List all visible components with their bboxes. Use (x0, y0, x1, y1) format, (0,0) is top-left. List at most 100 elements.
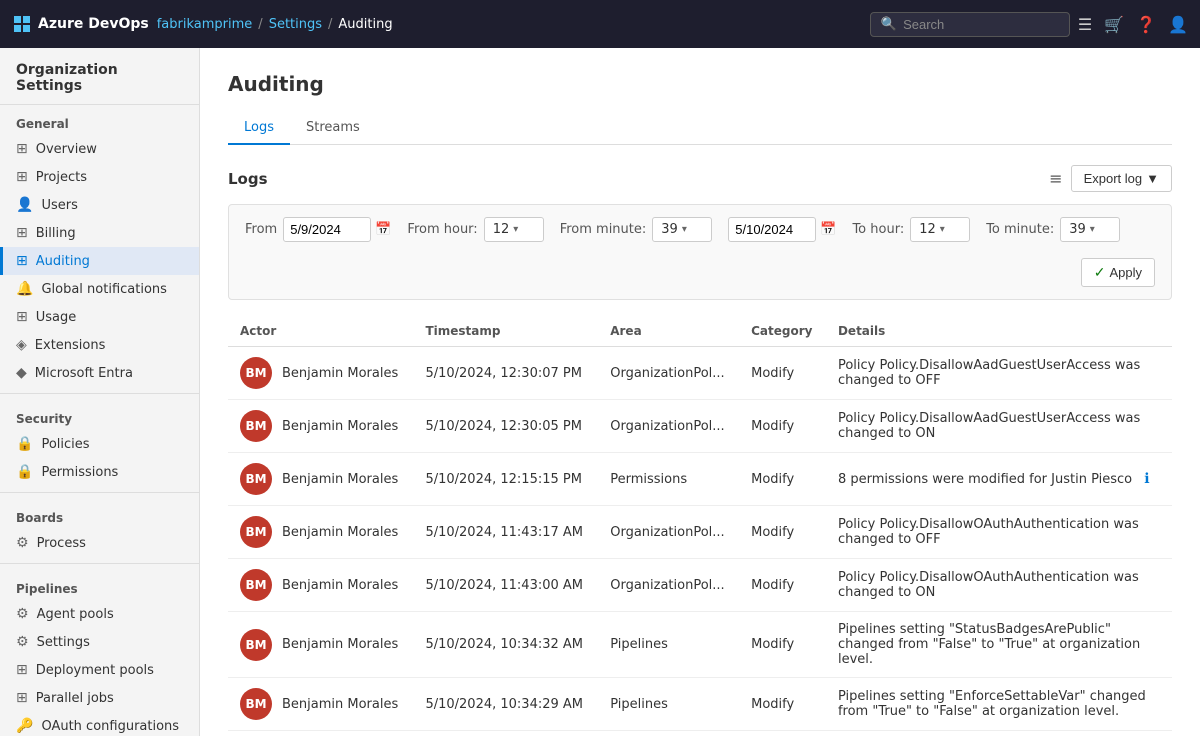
filter-to-minute-value: 39 (1069, 222, 1086, 237)
sidebar-item-extensions[interactable]: ◈ Extensions (0, 331, 199, 359)
filter-to-date-input[interactable] (728, 217, 816, 242)
area-cell-1: OrganizationPol... (598, 400, 739, 453)
to-calendar-icon[interactable]: 📅 (820, 222, 836, 237)
filter-from-hour-group: From hour: 12 ▾ (407, 217, 543, 242)
sidebar-item-users-label: Users (41, 198, 77, 213)
sidebar-item-overview[interactable]: ⊞ Overview (0, 135, 199, 163)
details-cell-3: Policy Policy.DisallowOAuthAuthenticatio… (826, 506, 1172, 559)
content-area: Auditing Logs Streams Logs ≡ Export log … (200, 48, 1200, 736)
sidebar-item-settings[interactable]: ⚙ Settings (0, 628, 199, 656)
filter-from-hour-value: 12 (493, 222, 510, 237)
sidebar-item-agent-pools-label: Agent pools (37, 607, 114, 622)
sidebar-item-usage-label: Usage (36, 310, 77, 325)
table-row: BM Benjamin Morales 5/10/2024, 10:34:32 … (228, 612, 1172, 678)
timestamp-cell-1: 5/10/2024, 12:30:05 PM (413, 400, 598, 453)
permissions-icon: 🔒 (16, 464, 33, 480)
microsoft-entra-icon: ◆ (16, 365, 27, 381)
divider-security (0, 393, 199, 394)
category-cell-3: Modify (739, 506, 826, 559)
sidebar-item-deployment-pools[interactable]: ⊞ Deployment pools (0, 656, 199, 684)
actor-name-2: Benjamin Morales (282, 472, 398, 487)
details-cell-6: Pipelines setting "EnforceSettableVar" c… (826, 678, 1172, 731)
sidebar-title: Organization Settings (0, 48, 199, 105)
filter-to-minute-dropdown[interactable]: 39 ▾ (1060, 217, 1120, 242)
search-input[interactable] (903, 17, 1059, 32)
filter-from-minute-label: From minute: (560, 222, 647, 237)
apply-check-icon: ✓ (1094, 264, 1106, 281)
actor-cell-6: BM Benjamin Morales (228, 678, 413, 731)
filter-bar: From 📅 From hour: 12 ▾ From minute: (228, 204, 1172, 300)
tab-logs[interactable]: Logs (228, 112, 290, 145)
global-notifications-icon: 🔔 (16, 281, 33, 297)
sidebar-item-auditing[interactable]: ⊞ Auditing (0, 247, 199, 275)
from-hour-chevron-icon: ▾ (513, 224, 518, 235)
details-cell-5: Pipelines setting "StatusBadgesArePublic… (826, 612, 1172, 678)
sidebar-section-pipelines: Pipelines (0, 570, 199, 600)
from-minute-chevron-icon: ▾ (682, 224, 687, 235)
tab-streams[interactable]: Streams (290, 112, 376, 145)
basket-icon[interactable]: 🛒 (1104, 15, 1124, 34)
table-row: BM Benjamin Morales 5/10/2024, 10:34:29 … (228, 678, 1172, 731)
auditing-icon: ⊞ (16, 253, 28, 269)
table-row: BM Benjamin Morales 5/10/2024, 11:43:17 … (228, 506, 1172, 559)
col-details: Details (826, 316, 1172, 347)
help-icon[interactable]: ❓ (1136, 15, 1156, 34)
sidebar-item-process[interactable]: ⚙ Process (0, 529, 199, 557)
actor-name-0: Benjamin Morales (282, 366, 398, 381)
actor-cell-3: BM Benjamin Morales (228, 506, 413, 559)
breadcrumb-settings[interactable]: Settings (269, 17, 322, 32)
actor-avatar-0: BM (240, 357, 272, 389)
sidebar-item-permissions[interactable]: 🔒 Permissions (0, 458, 199, 486)
details-cell-0: Policy Policy.DisallowAadGuestUserAccess… (826, 347, 1172, 400)
category-cell-0: Modify (739, 347, 826, 400)
notifications-icon[interactable]: ☰ (1078, 15, 1092, 34)
breadcrumb-sep1: / (258, 17, 262, 32)
sidebar-section-general: General (0, 105, 199, 135)
apply-button[interactable]: ✓ Apply (1081, 258, 1155, 287)
app-name: Azure DevOps (38, 16, 149, 32)
sidebar-item-users[interactable]: 👤 Users (0, 191, 199, 219)
sidebar-item-permissions-label: Permissions (41, 465, 118, 480)
oauth-configurations-icon: 🔑 (16, 718, 33, 734)
area-cell-0: OrganizationPol... (598, 347, 739, 400)
filter-from-hour-dropdown[interactable]: 12 ▾ (484, 217, 544, 242)
sidebar-item-usage[interactable]: ⊞ Usage (0, 303, 199, 331)
area-cell-5: Pipelines (598, 612, 739, 678)
search-icon: 🔍 (881, 17, 897, 32)
area-cell-7: Pipelines (598, 731, 739, 736)
info-icon-2[interactable]: ℹ (1144, 471, 1149, 487)
to-hour-chevron-icon: ▾ (940, 224, 945, 235)
filter-from-minute-group: From minute: 39 ▾ (560, 217, 713, 242)
actor-avatar-3: BM (240, 516, 272, 548)
timestamp-cell-7: 5/10/2024, 10:34:28 AM (413, 731, 598, 736)
actor-cell-2: BM Benjamin Morales (228, 453, 413, 506)
log-section-header: Logs ≡ Export log ▼ (228, 165, 1172, 192)
filter-from-minute-dropdown[interactable]: 39 ▾ (652, 217, 712, 242)
actor-name-4: Benjamin Morales (282, 578, 398, 593)
sidebar-item-agent-pools[interactable]: ⚙ Agent pools (0, 600, 199, 628)
sidebar-item-policies[interactable]: 🔒 Policies (0, 430, 199, 458)
actor-name-1: Benjamin Morales (282, 419, 398, 434)
search-bar[interactable]: 🔍 (870, 12, 1070, 37)
sidebar-item-billing[interactable]: ⊞ Billing (0, 219, 199, 247)
timestamp-cell-2: 5/10/2024, 12:15:15 PM (413, 453, 598, 506)
export-log-button[interactable]: Export log ▼ (1071, 165, 1172, 192)
app-logo[interactable]: Azure DevOps (12, 14, 149, 34)
from-calendar-icon[interactable]: 📅 (375, 222, 391, 237)
sidebar-item-parallel-jobs[interactable]: ⊞ Parallel jobs (0, 684, 199, 712)
filter-to-hour-dropdown[interactable]: 12 ▾ (910, 217, 970, 242)
sidebar-item-global-notifications[interactable]: 🔔 Global notifications (0, 275, 199, 303)
sidebar-item-oauth-configurations[interactable]: 🔑 OAuth configurations (0, 712, 199, 736)
filter-icon[interactable]: ≡ (1049, 169, 1062, 188)
user-settings-icon[interactable]: 👤 (1168, 15, 1188, 34)
category-cell-4: Modify (739, 559, 826, 612)
sidebar-item-projects[interactable]: ⊞ Projects (0, 163, 199, 191)
billing-icon: ⊞ (16, 225, 28, 241)
filter-from-date-input[interactable] (283, 217, 371, 242)
breadcrumb-org[interactable]: fabrikamprime (157, 17, 253, 32)
sidebar-item-microsoft-entra[interactable]: ◆ Microsoft Entra (0, 359, 199, 387)
col-category: Category (739, 316, 826, 347)
category-cell-6: Modify (739, 678, 826, 731)
table-row: BM Benjamin Morales 5/10/2024, 11:43:00 … (228, 559, 1172, 612)
main-layout: Organization Settings General ⊞ Overview… (0, 48, 1200, 736)
